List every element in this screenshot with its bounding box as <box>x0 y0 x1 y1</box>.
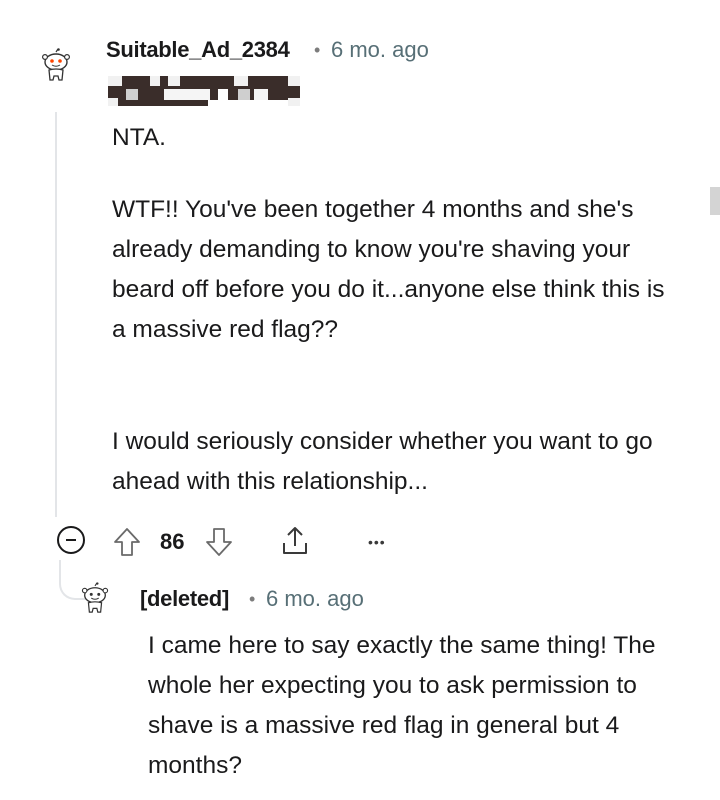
snoo-avatar-icon[interactable] <box>80 582 112 614</box>
comment-paragraph: WTF!! You've been together 4 months and … <box>112 196 665 343</box>
snoo-avatar-icon[interactable] <box>40 48 72 81</box>
reply-timestamp[interactable]: 6 mo. ago <box>266 586 364 612</box>
meta-separator: • <box>249 589 256 609</box>
comment-author[interactable]: Suitable_Ad_2384 <box>106 37 290 63</box>
share-icon[interactable] <box>278 524 312 558</box>
vote-score: 86 <box>160 529 185 554</box>
reply-paragraph: I came here to say exactly the same thin… <box>148 632 656 779</box>
comment-paragraph: NTA. <box>112 124 166 151</box>
meta-separator: • <box>314 40 321 60</box>
upvote-arrow-icon[interactable] <box>112 526 142 558</box>
scrollbar-thumb[interactable] <box>710 187 720 215</box>
downvote-arrow-icon[interactable] <box>204 526 234 558</box>
more-options-icon[interactable]: ••• <box>368 534 386 550</box>
comment-timestamp[interactable]: 6 mo. ago <box>331 37 429 63</box>
thread-line[interactable] <box>55 112 57 517</box>
collapse-thread-button[interactable] <box>57 526 85 554</box>
redacted-flair <box>108 76 300 106</box>
comment-paragraph: I would seriously consider whether you w… <box>112 428 653 495</box>
reply-author[interactable]: [deleted] <box>140 586 229 612</box>
